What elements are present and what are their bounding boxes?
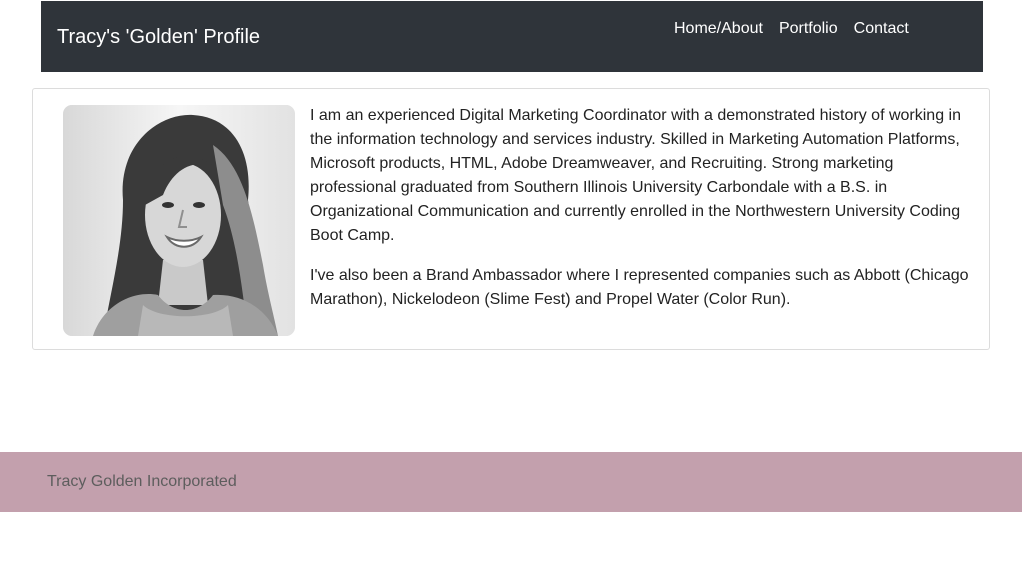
brand-title[interactable]: Tracy's 'Golden' Profile (57, 25, 260, 49)
profile-photo (63, 105, 295, 336)
nav-link-home-about[interactable]: Home/About (674, 19, 763, 39)
footer-text: Tracy Golden Incorporated (47, 473, 237, 490)
bio-text: I am an experienced Digital Marketing Co… (310, 104, 980, 328)
top-navbar: Tracy's 'Golden' Profile Home/About Port… (41, 1, 983, 72)
profile-card: I am an experienced Digital Marketing Co… (32, 88, 990, 350)
nav-link-portfolio[interactable]: Portfolio (779, 19, 838, 39)
bio-paragraph: I am an experienced Digital Marketing Co… (310, 107, 961, 244)
portrait-image (63, 105, 295, 336)
nav-links: Home/About Portfolio Contact (674, 19, 909, 39)
bio-paragraph: I've also been a Brand Ambassador where … (310, 267, 969, 308)
page: Tracy's 'Golden' Profile Home/About Port… (0, 0, 1022, 572)
footer: Tracy Golden Incorporated (0, 452, 1022, 512)
nav-link-contact[interactable]: Contact (854, 19, 909, 39)
